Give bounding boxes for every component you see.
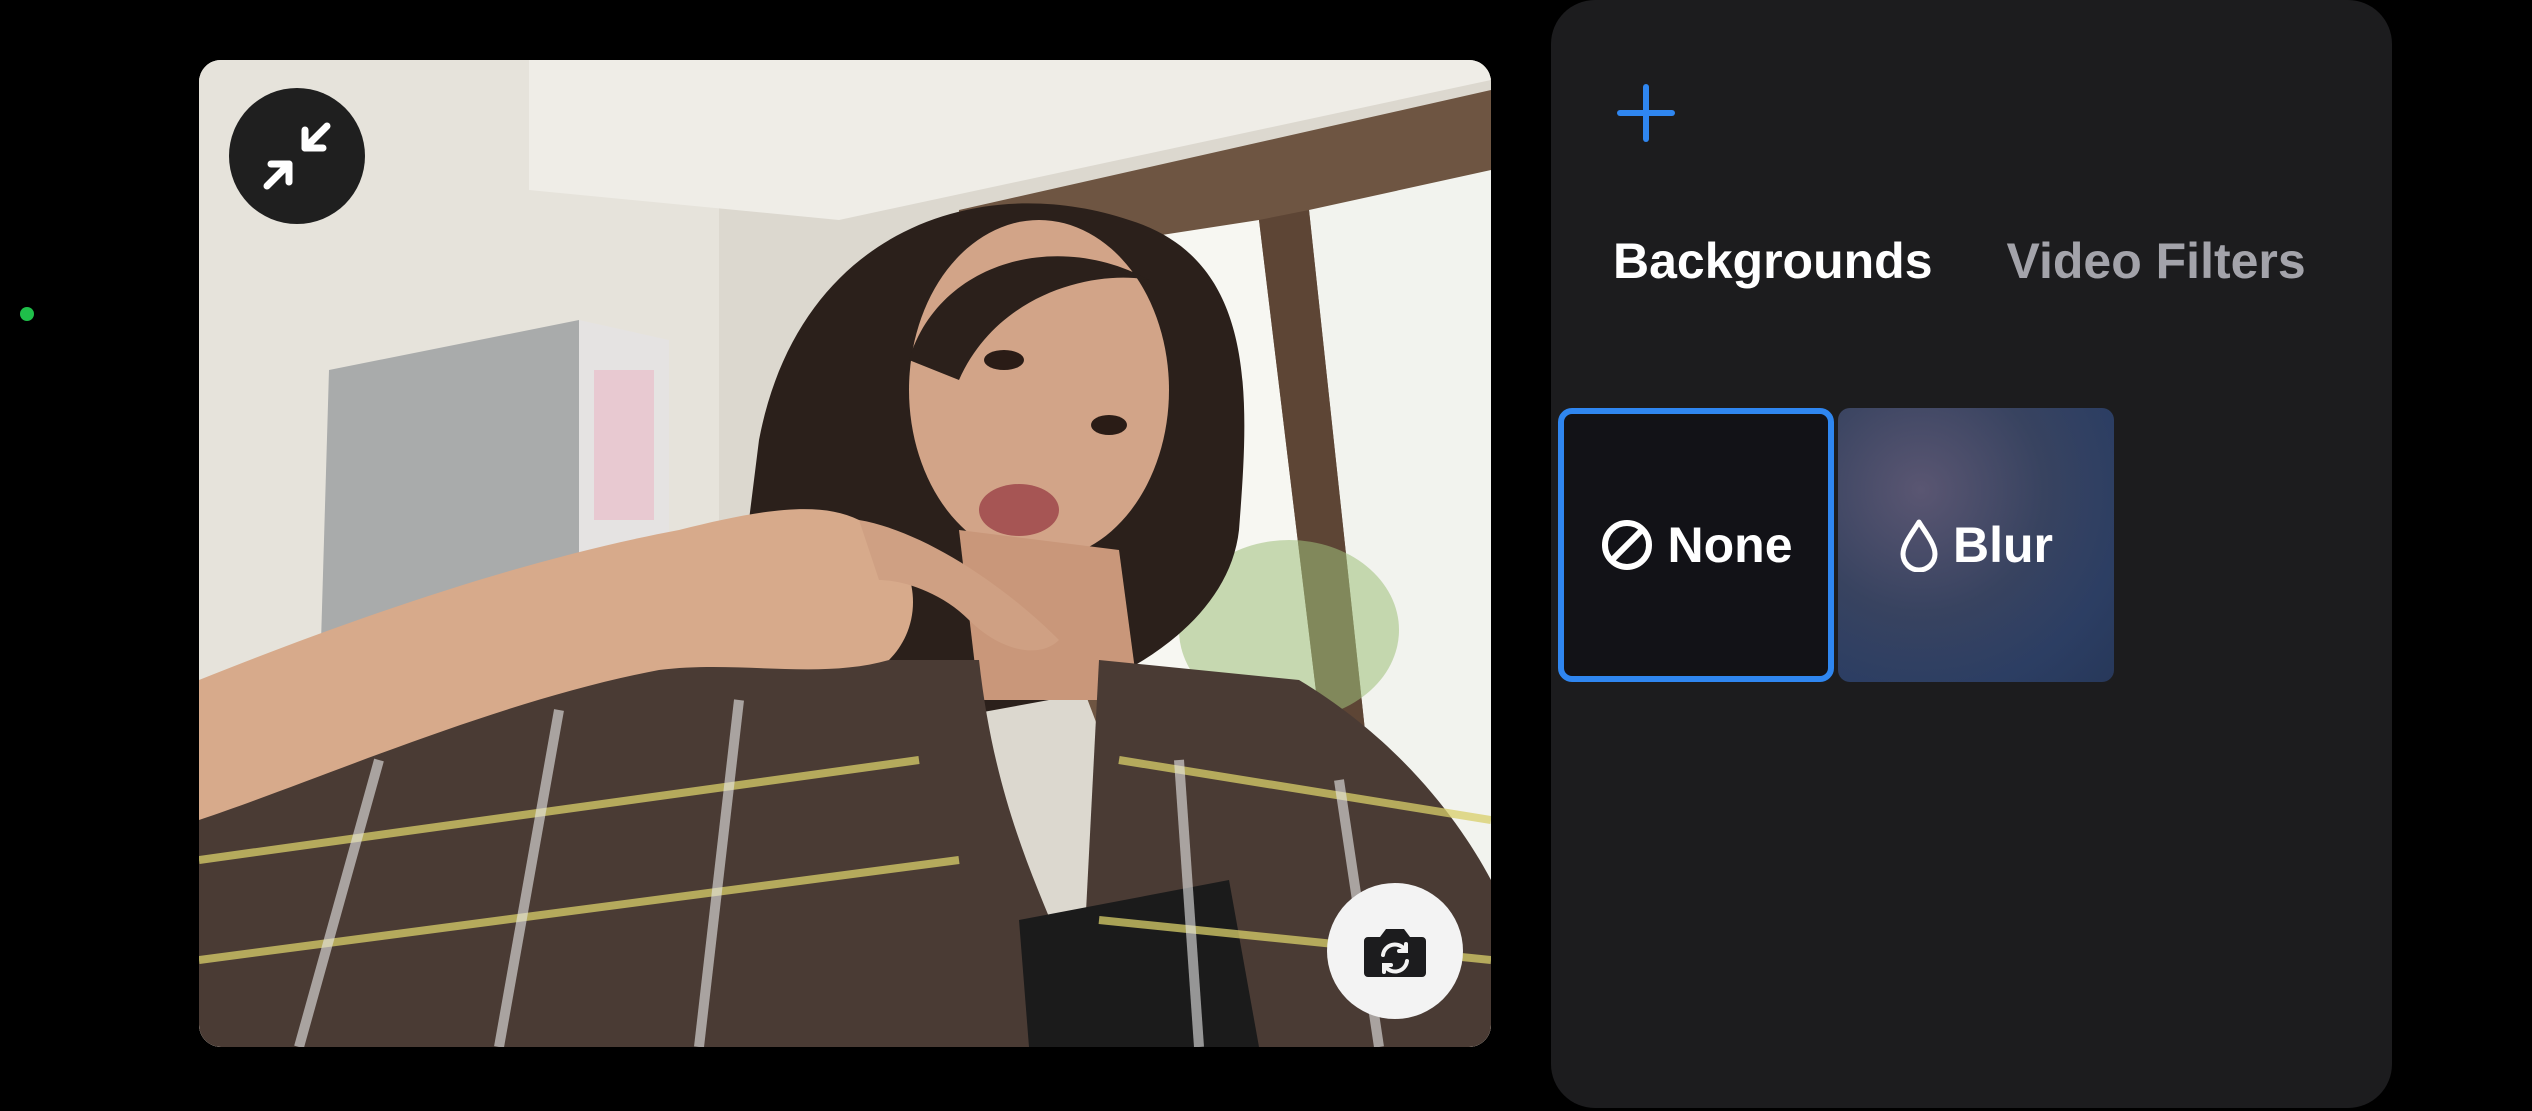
effects-panel: Backgrounds Video Filters None Blur bbox=[1551, 0, 2392, 1108]
collapse-preview-button[interactable] bbox=[229, 88, 365, 224]
camera-preview bbox=[199, 60, 1491, 1047]
add-background-button[interactable] bbox=[1611, 78, 1681, 148]
tab-backgrounds[interactable]: Backgrounds bbox=[1613, 232, 1933, 290]
background-options: None Blur bbox=[1558, 408, 2114, 682]
background-option-blur[interactable]: Blur bbox=[1838, 408, 2114, 682]
screen: Backgrounds Video Filters None Blur bbox=[0, 0, 2532, 1111]
collapse-arrows-icon bbox=[263, 122, 331, 190]
none-slash-icon bbox=[1601, 520, 1652, 570]
background-option-none[interactable]: None bbox=[1558, 408, 1834, 682]
background-option-label: None bbox=[1667, 517, 1793, 573]
camera-feed-image bbox=[199, 60, 1491, 1047]
background-option-label: Blur bbox=[1953, 517, 2053, 573]
camera-flip-icon bbox=[1364, 929, 1426, 977]
tab-video-filters[interactable]: Video Filters bbox=[2007, 232, 2306, 290]
camera-active-indicator bbox=[20, 307, 34, 321]
droplet-icon bbox=[1900, 519, 1938, 572]
effects-tabs: Backgrounds Video Filters bbox=[1613, 232, 2306, 290]
plus-icon bbox=[1617, 84, 1675, 142]
flip-camera-button[interactable] bbox=[1327, 883, 1463, 1019]
